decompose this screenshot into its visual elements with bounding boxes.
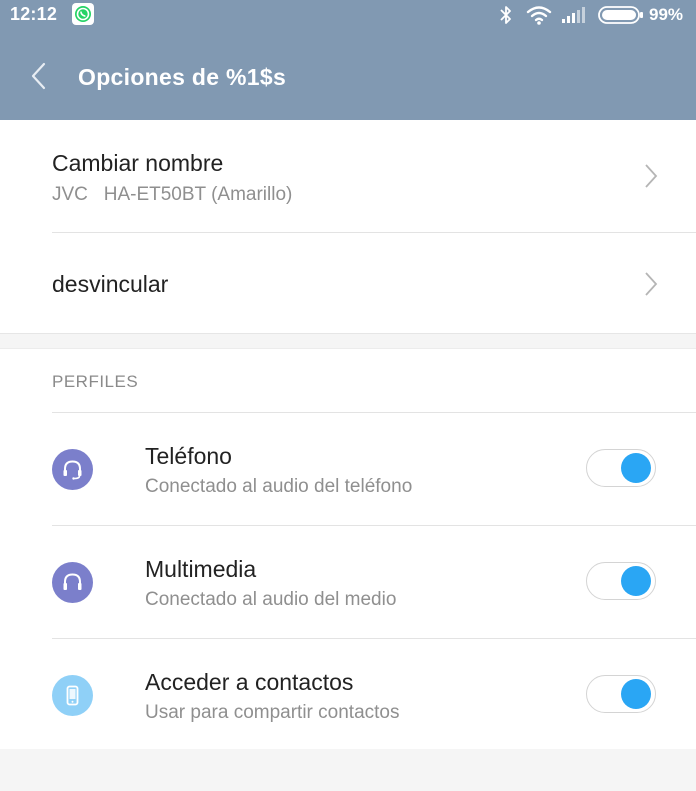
app-bar: Opciones de %1$s <box>0 30 696 120</box>
phone-icon <box>52 675 93 716</box>
status-bar: 12:12 99% <box>0 0 696 30</box>
profile-title: Acceder a contactos <box>145 669 354 695</box>
profile-title: Multimedia <box>145 556 257 582</box>
chevron-right-icon <box>645 164 658 188</box>
battery-percent: 99% <box>649 5 684 24</box>
toggle-telefono[interactable] <box>586 449 656 487</box>
toggle-knob <box>621 566 651 596</box>
toggle-multimedia[interactable] <box>586 562 656 600</box>
profile-row-contactos: Acceder a contactos Usar para compartir … <box>52 638 696 751</box>
profile-subtitle: Conectado al audio del teléfono <box>145 476 413 497</box>
battery-icon <box>598 6 643 24</box>
toggle-knob <box>621 453 651 483</box>
unpair-label: desvincular <box>52 271 169 297</box>
profile-title: Teléfono <box>145 443 232 469</box>
rename-row[interactable]: Cambiar nombre JVC HA-ET50BT (Amarillo) <box>52 120 696 233</box>
profile-subtitle: Conectado al audio del medio <box>145 589 397 610</box>
device-name: JVC HA-ET50BT (Amarillo) <box>52 184 293 205</box>
status-time: 12:12 <box>10 4 58 24</box>
toggle-knob <box>621 679 651 709</box>
profile-row-telefono: Teléfono Conectado al audio del teléfono <box>52 412 696 525</box>
rename-label: Cambiar nombre <box>52 150 224 176</box>
profiles-card: PERFILES Teléfono Conectado al audio del… <box>0 348 696 749</box>
headphones-icon <box>52 562 93 603</box>
bluetooth-icon <box>500 6 511 24</box>
page-title: Opciones de %1$s <box>78 64 287 90</box>
signal-icon <box>562 7 585 23</box>
device-options-card: Cambiar nombre JVC HA-ET50BT (Amarillo) … <box>0 120 696 334</box>
unpair-row[interactable]: desvincular <box>52 233 696 333</box>
whatsapp-icon <box>72 3 94 25</box>
chevron-right-icon <box>645 272 658 296</box>
headset-icon <box>52 449 93 490</box>
profiles-section-title: PERFILES <box>52 372 139 391</box>
back-icon[interactable] <box>28 62 52 90</box>
wifi-icon <box>526 6 552 25</box>
profile-subtitle: Usar para compartir contactos <box>145 702 400 723</box>
profile-row-multimedia: Multimedia Conectado al audio del medio <box>52 525 696 638</box>
toggle-contactos[interactable] <box>586 675 656 713</box>
